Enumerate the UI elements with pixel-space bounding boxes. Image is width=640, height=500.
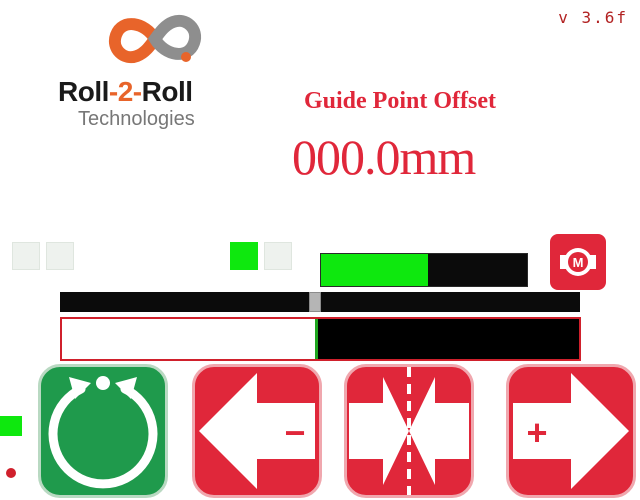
plus-label: + — [526, 412, 547, 453]
minus-label: − — [284, 412, 305, 453]
center-icon — [349, 367, 469, 495]
web-position-bar — [60, 317, 581, 361]
signal-level-fill — [321, 254, 429, 286]
motor-button[interactable]: M — [550, 234, 606, 290]
version-label: v 3.6f — [558, 8, 628, 27]
auto-circle-icon — [48, 376, 158, 489]
web-edge-marker — [315, 319, 319, 359]
offset-value: 000.0mm — [292, 129, 476, 185]
actuator-track-bar — [60, 292, 580, 312]
logo-icon — [108, 14, 202, 64]
right-sensor-indicator-2 — [264, 242, 292, 270]
auto-mode-indicator — [0, 416, 22, 436]
signal-level-bar — [320, 253, 528, 287]
actuator-position-handle[interactable] — [308, 292, 321, 312]
move-right-button[interactable]: + — [506, 364, 636, 498]
status-dot — [6, 468, 16, 478]
motor-label: M — [573, 255, 584, 270]
arrow-right-icon: + — [513, 373, 629, 489]
brand-subtitle: Technologies — [78, 108, 195, 130]
center-button[interactable] — [344, 364, 474, 498]
auto-button[interactable] — [38, 364, 168, 498]
left-sensor-indicator-1 — [12, 242, 40, 270]
web-position-fill — [62, 319, 316, 359]
arrow-left-icon: − — [199, 373, 315, 489]
right-sensor-indicator-1 — [230, 242, 258, 270]
brand-name: Roll-2-Roll — [58, 76, 193, 107]
offset-title: Guide Point Offset — [304, 88, 496, 114]
move-left-button[interactable]: − — [192, 364, 322, 498]
left-sensor-indicator-2 — [46, 242, 74, 270]
motor-icon: M — [560, 248, 596, 276]
